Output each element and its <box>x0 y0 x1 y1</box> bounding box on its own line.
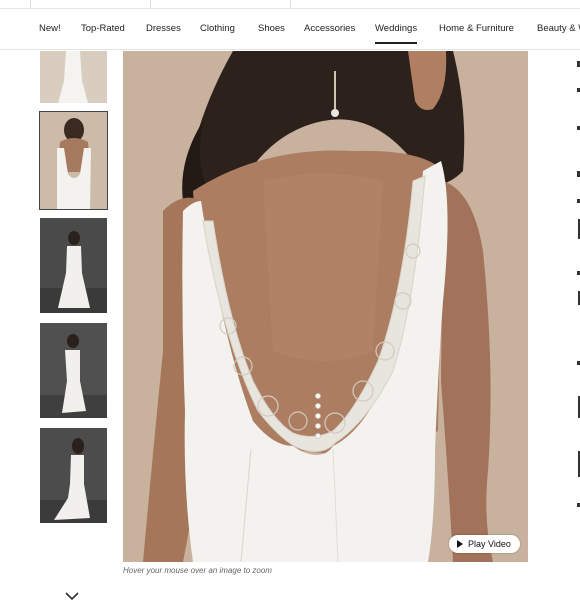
play-icon <box>457 540 463 548</box>
nav-item-dresses[interactable]: Dresses <box>146 23 181 34</box>
thumbnail-back-full-view[interactable] <box>40 428 107 523</box>
thumbnail-front-view[interactable] <box>40 51 107 103</box>
nav-item-home-furniture[interactable]: Home & Furniture <box>439 23 514 34</box>
nav-item-beauty[interactable]: Beauty & W <box>537 23 580 34</box>
nav-item-clothing[interactable]: Clothing <box>200 23 235 34</box>
product-details-column-partial <box>533 51 580 580</box>
category-nav: New! Top-Rated Dresses Clothing Shoes Ac… <box>0 9 580 50</box>
play-video-label: Play Video <box>468 539 511 549</box>
nav-item-accessories[interactable]: Accessories <box>304 23 355 34</box>
nav-item-weddings[interactable]: Weddings <box>375 23 418 44</box>
zoom-hint: Hover your mouse over an image to zoom <box>123 566 272 575</box>
chevron-down-icon[interactable] <box>64 589 80 601</box>
nav-item-top-rated[interactable]: Top-Rated <box>81 23 125 34</box>
thumbnail-front-full-view[interactable] <box>40 218 107 313</box>
nav-item-shoes[interactable]: Shoes <box>258 23 285 34</box>
top-utility-strip <box>0 0 580 9</box>
play-video-button[interactable]: Play Video <box>449 535 520 553</box>
thumbnail-side-view[interactable] <box>40 323 107 418</box>
thumbnail-back-view[interactable] <box>39 111 108 210</box>
main-product-image[interactable] <box>123 51 528 562</box>
nav-item-new[interactable]: New! <box>39 23 61 34</box>
